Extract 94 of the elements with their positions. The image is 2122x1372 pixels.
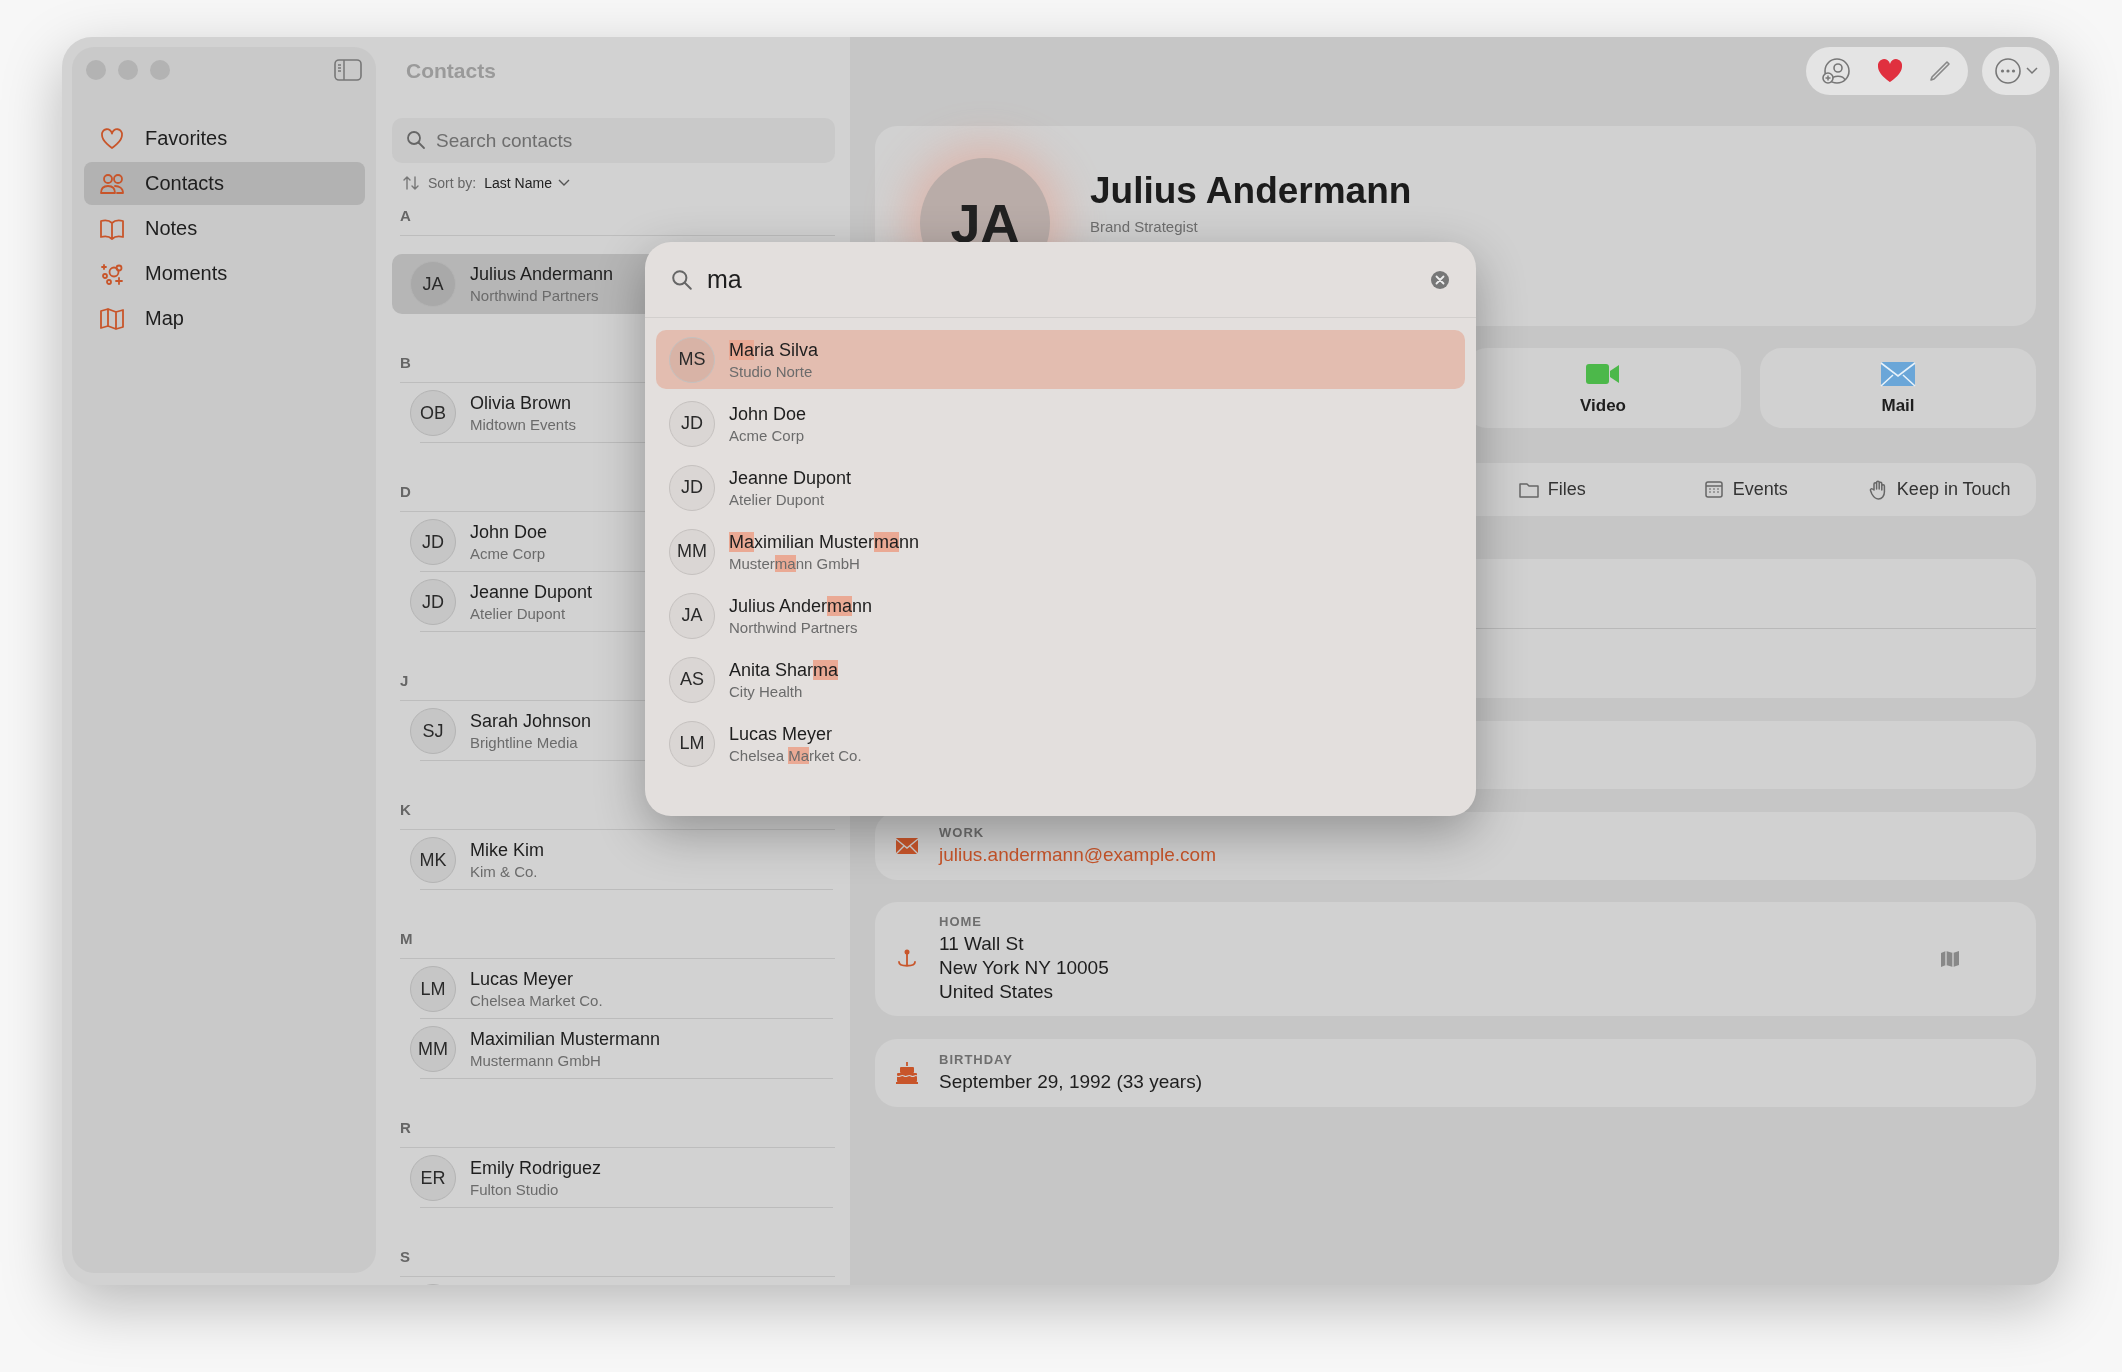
search-icon [406, 130, 426, 150]
contact-name: Sarah Johnson [470, 711, 592, 732]
avatar: MM [669, 528, 715, 575]
calendar-icon [1703, 479, 1724, 500]
company-name: Mustermann GmbH [470, 1052, 602, 1069]
chevron-down-icon [557, 179, 570, 187]
field-label: HOME [939, 914, 983, 929]
field-label: BIRTHDAY [939, 1052, 1014, 1067]
pencil-icon[interactable] [1928, 59, 1952, 83]
avatar: AS [669, 656, 715, 703]
contact-name: Emily Rodriguez [470, 1158, 602, 1179]
avatar: LM [669, 720, 715, 767]
field-value: September 29, 1992 (33 years) [939, 1070, 1203, 1094]
ellipsis-icon [1994, 57, 2022, 85]
search-field[interactable]: Search contacts [392, 118, 835, 163]
avatar: MK [410, 837, 456, 883]
sort-icon [402, 175, 420, 191]
company-name: Studio Norte [729, 362, 814, 380]
avatar: JD [410, 579, 456, 625]
contact-name: Julius Andermann [729, 595, 873, 617]
section-letter: M [400, 928, 835, 959]
company-name: Brightline Media [470, 734, 579, 751]
avatar: JD [669, 400, 715, 447]
sidebar-item[interactable]: Map [84, 297, 365, 340]
tab[interactable]: Events [1649, 479, 1843, 500]
more-button[interactable] [1982, 47, 2050, 95]
avatar: ER [410, 1155, 456, 1201]
action-button[interactable]: Mail [1760, 348, 2036, 428]
avatar: JA [410, 261, 456, 307]
contact-name: John Doe [729, 403, 807, 425]
map-icon[interactable] [1940, 949, 1960, 969]
company-name: City Health [729, 682, 804, 700]
avatar: MM [410, 1026, 456, 1072]
avatar: LM [410, 966, 456, 1012]
map-icon [99, 305, 125, 332]
contact-name: Olivia Brown [470, 393, 573, 414]
sort-label: Sort by: [428, 175, 477, 191]
sidebar-item[interactable]: Moments [84, 252, 365, 295]
clear-icon[interactable] [1430, 269, 1450, 290]
sidebar-item[interactable]: Favorites [84, 117, 365, 160]
cake-icon [895, 1061, 919, 1085]
heart-icon[interactable] [1876, 58, 1904, 84]
search-result[interactable]: LM Lucas Meyer Chelsea Market Co. [656, 714, 1465, 773]
search-icon [671, 268, 693, 291]
company-name: Atelier Dupont [729, 490, 826, 508]
company-name: Northwind Partners [729, 618, 859, 636]
company-name: Midtown Events [470, 416, 576, 433]
section-letter: R [400, 1117, 835, 1148]
search-result[interactable]: JD John Doe Acme Corp [656, 394, 1465, 453]
avatar: JD [410, 519, 456, 565]
search-result[interactable]: JA Julius Andermann Northwind Partners [656, 586, 1465, 645]
tab[interactable]: Keep in Touch [1842, 479, 2036, 500]
add-contact-icon[interactable] [1822, 57, 1852, 85]
avatar: OB [410, 390, 456, 436]
contact-name: Maximilian Mustermann [729, 531, 920, 553]
hand-icon [1867, 479, 1888, 500]
sidebar-toggle-icon[interactable] [334, 59, 362, 81]
company-name: Northwind Partners [470, 287, 600, 304]
contact-name: Lucas Meyer [729, 723, 834, 745]
contact-name: Lucas Meyer [470, 969, 575, 990]
company-name: Acme Corp [470, 545, 547, 562]
avatar: SJ [410, 708, 456, 754]
company-name: Fulton Studio [470, 1181, 560, 1198]
company-name: Kim & Co. [470, 863, 539, 880]
contact-name: Julius Andermann [470, 264, 614, 285]
company-name: Atelier Dupont [470, 605, 567, 622]
field-value: 11 Wall St New York NY 10005 United States [939, 932, 1110, 1004]
company-name: Chelsea Market Co. [470, 992, 603, 1009]
sidebar-item[interactable]: Notes [84, 207, 365, 250]
avatar: JA [669, 592, 715, 639]
heart-icon [99, 125, 125, 152]
company-name: Acme Corp [729, 426, 806, 444]
contact-name: Mike Kim [470, 840, 544, 861]
contact-name: John Doe [470, 522, 548, 543]
avatar: MS [669, 336, 715, 383]
section-letter: S [400, 1246, 835, 1277]
contact-row[interactable]: LM Lucas Meyer Chelsea Market Co. [392, 959, 843, 1019]
contact-row[interactable]: ER Emily Rodriguez Fulton Studio [392, 1148, 843, 1208]
envelope-icon [1880, 360, 1916, 387]
column-title: Contacts [405, 58, 497, 84]
contact-row[interactable]: MM Maximilian Mustermann Mustermann GmbH [392, 1019, 843, 1079]
company-name: Chelsea Market Co. [729, 746, 862, 764]
chevron-down-icon [2026, 67, 2038, 75]
search-result[interactable]: MS Maria Silva Studio Norte [656, 330, 1465, 389]
contact-name: Julius Andermann [1090, 170, 1412, 212]
contact-row[interactable]: MK Mike Kim Kim & Co. [392, 830, 843, 890]
contact-name: Maximilian Mustermann [470, 1029, 661, 1050]
contact-name: Jeanne Dupont [470, 582, 593, 603]
section-letter: A [400, 205, 835, 236]
field-label: WORK [939, 825, 986, 840]
avatar: JD [669, 464, 715, 511]
sidebar-item[interactable]: Contacts [84, 162, 365, 205]
sort-dropdown[interactable]: Last Name [484, 175, 570, 191]
job-title: Brand Strategist [1090, 218, 1199, 235]
